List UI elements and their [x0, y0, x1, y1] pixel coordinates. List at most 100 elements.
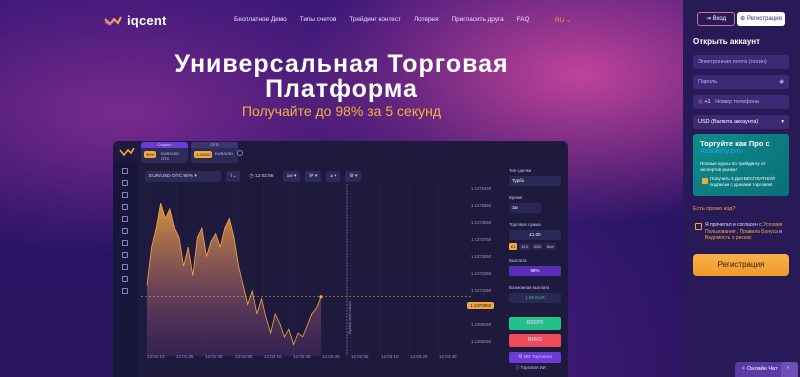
chevron-down-icon: ▾ [293, 174, 297, 179]
quick-amount-button[interactable]: Все [544, 243, 556, 250]
check-icon [702, 178, 708, 184]
quick-amount-button[interactable]: £10 [519, 243, 531, 250]
price-chart[interactable]: Время окончания [141, 184, 471, 372]
ai-footer-label: ⓘ Торговля ИИ [515, 365, 546, 371]
register-button[interactable]: Регистрация [693, 254, 789, 276]
drawing-icon: ⩓ ▾ [330, 174, 337, 179]
agree-and: и [779, 228, 783, 235]
language-selector[interactable]: RU ⌄ [555, 16, 571, 24]
sidebar-tool-icon[interactable] [122, 264, 128, 270]
agree-checkbox[interactable] [695, 223, 702, 230]
login-icon: ⇥ [705, 16, 711, 22]
clock-icon: ◷ [249, 174, 254, 179]
price-tick: 1.1375550 [471, 203, 492, 208]
risk-link[interactable]: Ведомость о рисках [705, 235, 752, 241]
flag-icon: ◍ [698, 99, 703, 105]
amount-label: Торговая сумма [509, 222, 541, 227]
indicators-button[interactable]: ⊯ ▾ [305, 171, 322, 182]
sidebar-tool-icon[interactable] [122, 288, 128, 294]
payout-label: Выплата [509, 258, 527, 263]
nav-link-contest[interactable]: Трейдинг контест [349, 16, 401, 23]
chat-expand-button[interactable]: › [781, 362, 798, 377]
time-tick: 12:01:40 [205, 354, 223, 359]
time-tick: 12:03:10 [381, 354, 399, 359]
logo-text: iqcent [127, 13, 167, 28]
buy-up-button[interactable]: ВВЕРХ [509, 317, 561, 330]
timeframe-select[interactable]: 1м ▾ [282, 171, 301, 182]
sell-down-button[interactable]: ВНИЗ [509, 334, 561, 347]
login-label: Вход [712, 16, 727, 22]
price-tick: 1.1371050 [471, 288, 492, 293]
sidebar-tool-icon[interactable] [122, 168, 128, 174]
user-plus-icon: ⊕ [740, 16, 746, 22]
price-tick: 1.1376450 [471, 186, 492, 191]
registration-sidebar: ⇥ Вход ⊕ Регистрация Открыть аккаунт Эле… [683, 0, 800, 377]
chat-label: Онлайн Чат [747, 366, 778, 372]
sidebar-tool-icon[interactable] [122, 252, 128, 258]
hero-subtitle: Получайте до 98% за 5 секунд [241, 103, 442, 119]
amount-input[interactable]: £1.00 [509, 230, 561, 240]
trade-type-label: Тип сделки [509, 168, 532, 173]
ai-footer-text: Торговля ИИ [520, 365, 546, 370]
tab-percent: 1.20000 [194, 151, 213, 158]
sidebar-tool-icon[interactable] [122, 204, 128, 210]
quick-amount-button[interactable]: £50 [532, 243, 543, 250]
logo[interactable]: iqcent [104, 13, 166, 28]
trade-type-select[interactable]: Турбо [509, 176, 561, 186]
ai-trading-button[interactable]: ⚙ ИИ Торговля [509, 352, 561, 363]
nav-link-account-types[interactable]: Типы счетов [300, 16, 337, 23]
tab-percent: 90% [144, 151, 157, 158]
asset-tabs: Опцион 90% EUR/USD OTC CFD 1.20000 EUR/U… [141, 142, 238, 163]
nav-link-invite[interactable]: Пригласить друга [452, 16, 504, 23]
phone-field[interactable]: ◍ +1 Номер телефона [693, 95, 789, 109]
register-top-label: Регистрация [746, 16, 782, 22]
price-tick: 1.1374650 [471, 220, 492, 225]
drawing-button[interactable]: ⩓ ▾ [326, 171, 341, 182]
password-placeholder: Пароль [698, 79, 718, 85]
asset-tab-cfd[interactable]: CFD 1.20000 EUR/USD [191, 142, 238, 163]
possible-payout-value: 1.98 EUR [509, 293, 561, 303]
time-label: Время [509, 195, 522, 200]
asset-select-label: EUR/USD OTC 90% [149, 174, 193, 179]
current-price-badge: 1.1370950 [467, 302, 495, 309]
indicators-icon: ⊯ ▾ [309, 174, 318, 179]
platform-sidebar [113, 161, 137, 377]
sidebar-tool-icon[interactable] [122, 276, 128, 282]
eye-icon[interactable]: ◉ [779, 75, 784, 89]
top-navigation: iqcent Бесплатное Демо Типы счетов Трейд… [0, 0, 683, 40]
nav-links: Бесплатное Демо Типы счетов Трейдинг кон… [234, 16, 530, 23]
sidebar-tool-icon[interactable] [122, 180, 128, 186]
price-tick: 1.1371950 [471, 271, 492, 276]
sidebar-tool-icon[interactable] [122, 216, 128, 222]
password-field[interactable]: Пароль ◉ [693, 75, 789, 89]
asset-select[interactable]: EUR/USD OTC 90% ▾ [145, 171, 221, 182]
chart-area [147, 203, 321, 356]
asset-tab-option[interactable]: Опцион 90% EUR/USD OTC [141, 142, 188, 163]
platform-logo-icon [119, 147, 135, 156]
nav-link-faq[interactable]: FAQ [517, 16, 530, 23]
time-tick: 12:02:10 [264, 354, 282, 359]
promo-subtitle: Academy.pro [700, 148, 741, 155]
academy-promo-card[interactable]: Торгуйте как Про с Academy.pro Полные ку… [693, 134, 789, 196]
chart-type-button[interactable]: ⌇⌄ [226, 171, 241, 182]
add-tab-icon[interactable] [237, 150, 243, 156]
promo-code-link[interactable]: Есть промо код? [693, 206, 735, 212]
login-button[interactable]: ⇥ Вход [697, 12, 735, 26]
nav-link-lottery[interactable]: Лотерея [414, 16, 439, 23]
chart-toolbar: EUR/USD OTC 90% ▾ ⌇⌄ ◷ 12:02:58 1м ▾ ⊯ ▾… [145, 171, 362, 183]
currency-select[interactable]: USD (Валюта аккаунта) ▾ [693, 115, 789, 129]
sidebar-tool-icon[interactable] [122, 228, 128, 234]
settings-button[interactable]: ⚙ ▾ [345, 171, 362, 182]
register-top-button[interactable]: ⊕ Регистрация [737, 12, 785, 26]
chevron-down-icon: ⌄ [566, 17, 572, 24]
time-tick: 12:01:10 [147, 354, 165, 359]
time-tick: 12:02:25 [293, 354, 311, 359]
time-input[interactable]: 1м [509, 203, 541, 213]
settings-icon: ⚙ ▾ [349, 174, 358, 179]
quick-amount-button[interactable]: £1 [509, 243, 518, 250]
nav-link-demo[interactable]: Бесплатное Демо [234, 16, 287, 23]
open-account-title: Открыть аккаунт [693, 37, 761, 46]
email-field[interactable]: Электронная почта (логин) [693, 55, 789, 69]
sidebar-tool-icon[interactable] [122, 192, 128, 198]
sidebar-tool-icon[interactable] [122, 240, 128, 246]
